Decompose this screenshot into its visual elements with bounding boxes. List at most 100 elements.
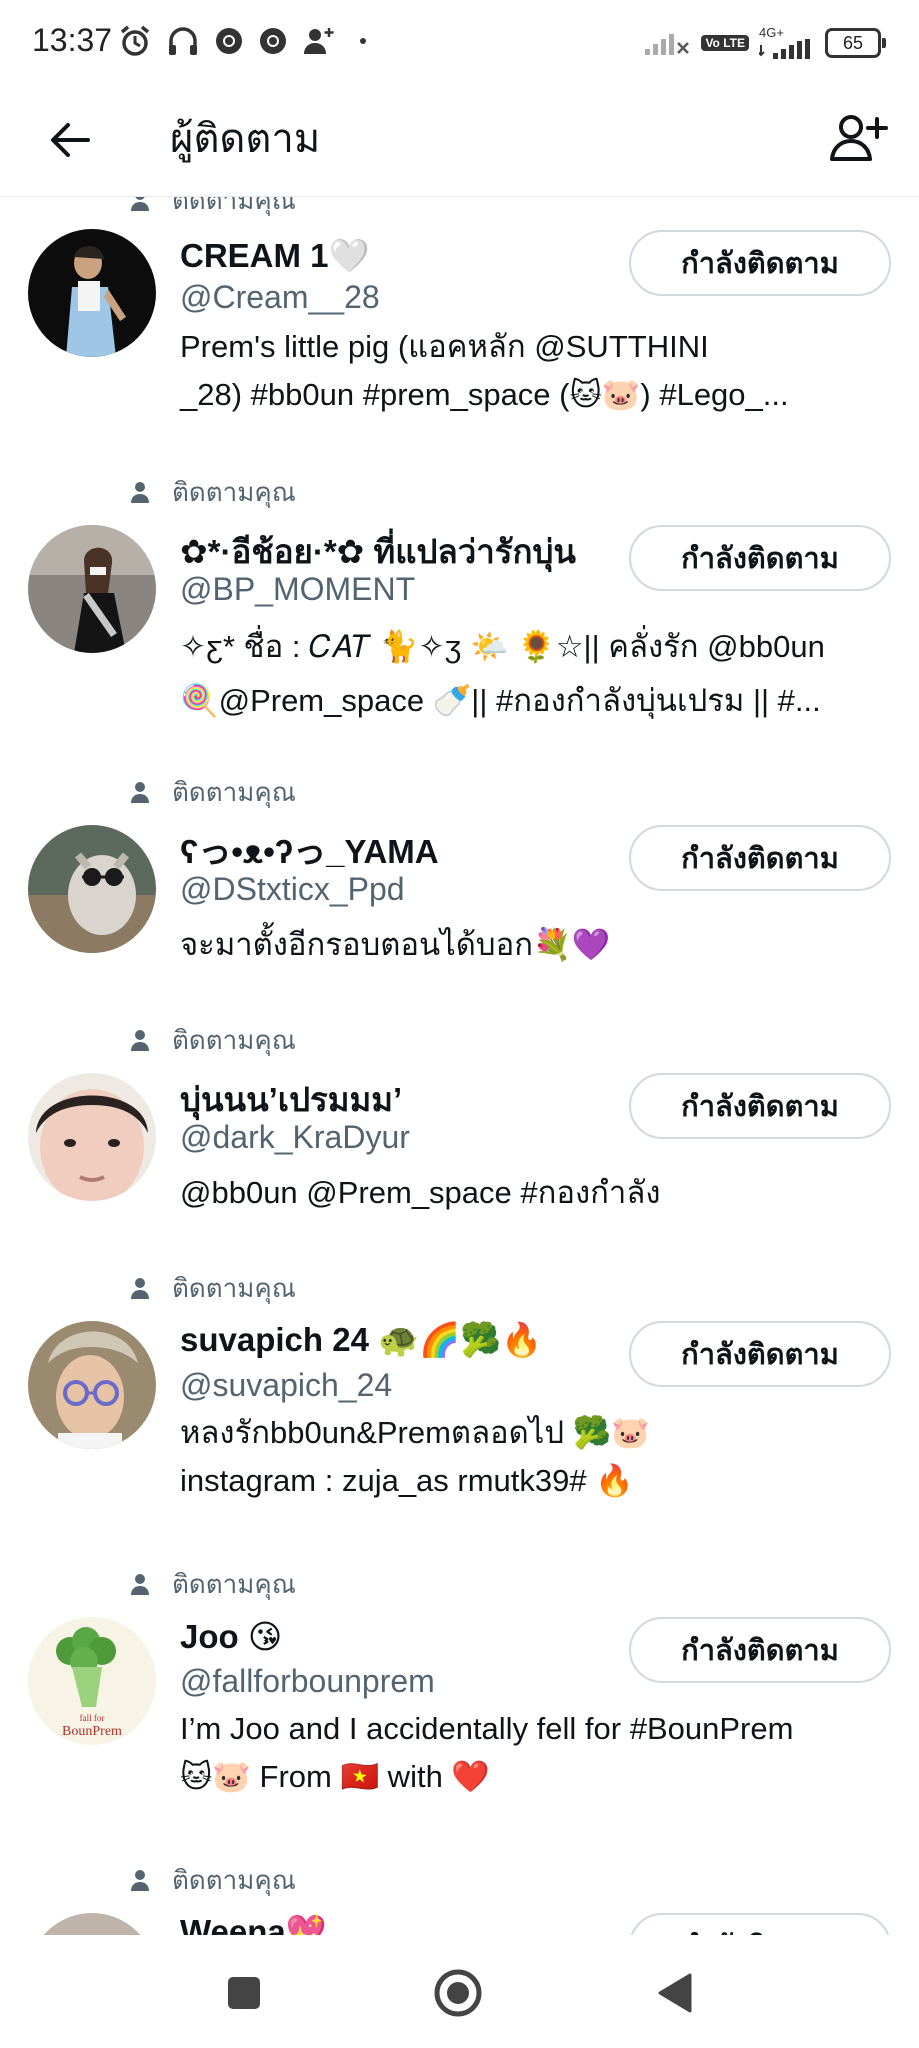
following-button[interactable]: กำลังติดตาม xyxy=(629,230,891,296)
status-notification-icons xyxy=(118,24,366,58)
display-name: Weena💖 xyxy=(180,1913,327,1935)
status-bar: 13:37 Vo LTE 4G+ 65 xyxy=(0,0,919,84)
square-icon xyxy=(228,1977,260,2009)
back-button[interactable] xyxy=(40,110,100,170)
signal-icon xyxy=(759,39,810,59)
followers-list[interactable]: ติดตามคุณ CREAM 1🤍 @Cream__28 Prem's lit… xyxy=(0,197,919,1935)
following-button[interactable]: กำลังติดตาม xyxy=(629,825,891,891)
avatar[interactable] xyxy=(28,1321,156,1449)
header: ผู้ติดตาม xyxy=(0,84,919,197)
add-user-icon xyxy=(830,115,888,161)
bio: ✧ƹ* ชื่อ : 𝐶𝐴𝑇 🐈✧ʒ 🌤️ 🌻☆|| คลั่งรัก @bb0… xyxy=(180,620,890,728)
status-right: Vo LTE 4G+ 65 xyxy=(645,26,886,59)
home-button[interactable] xyxy=(433,1968,483,2018)
bio: Prem's little pig (แอคหลัก @SUTTHINI _28… xyxy=(180,323,890,419)
following-button[interactable]: กำลังติดตาม xyxy=(629,1321,891,1387)
avatar[interactable] xyxy=(28,1073,156,1201)
add-user-button[interactable] xyxy=(825,104,893,172)
person-icon xyxy=(131,782,149,803)
person-icon xyxy=(131,1870,149,1891)
list-item[interactable]: ติดตามคุณ ʕっ•ᴥ•ʔっ_YAMA @DStxticx_Ppd จะม… xyxy=(0,777,919,1007)
avatar[interactable] xyxy=(28,1913,156,1935)
bio: @bb0un @Prem_space #กองกำลัง xyxy=(180,1169,890,1217)
follows-you-label: ติดตามคุณ xyxy=(172,197,296,215)
follows-you-label: ติดตามคุณ xyxy=(172,476,296,507)
chrome-icon xyxy=(216,28,242,54)
triangle-back-icon xyxy=(658,1973,692,2013)
follows-you-label: ติดตามคุณ xyxy=(172,776,296,807)
chrome-icon-2 xyxy=(260,28,286,54)
status-time: 13:37 xyxy=(32,22,113,58)
bio-line: I’m Joo and I accidentally fell for #Bou… xyxy=(180,1711,794,1746)
bio: หลงรักbb0un&Premตลอดไป 🥦🐷 instagram : zu… xyxy=(180,1409,890,1505)
handle: @Cream__28 xyxy=(180,279,380,315)
arrow-left-icon xyxy=(51,123,90,157)
person-icon xyxy=(131,197,149,211)
bio-line: 🍭@Prem_space 🍼|| #กองกำลังบุ่นเปรม || #.… xyxy=(180,683,821,718)
bio-line: _28) #bb0un #prem_space (🐱🐷) #Lego_... xyxy=(180,377,789,412)
follows-you-label: ติดตามคุณ xyxy=(172,1864,296,1895)
person-icon xyxy=(131,1574,149,1595)
display-name: Joo 😘 xyxy=(180,1618,283,1655)
back-nav-button[interactable] xyxy=(652,1971,696,2015)
bio-line: ✧ƹ* ชื่อ : 𝐶𝐴𝑇 🐈✧ʒ 🌤️ 🌻☆|| คลั่งรัก @bb0… xyxy=(180,629,825,664)
follows-you-row: ติดตามคุณ xyxy=(130,477,296,507)
person-icon xyxy=(131,1030,149,1051)
avatar[interactable]: fall for BounPrem xyxy=(28,1617,156,1745)
handle: @BP_MOMENT xyxy=(180,571,416,607)
display-name: suvapich 24 🐢🌈🥦🔥 xyxy=(180,1321,543,1358)
system-nav-bar xyxy=(0,1935,919,2048)
handle: @fallforbounprem xyxy=(180,1663,435,1699)
display-name: CREAM 1🤍 xyxy=(180,237,370,274)
bio-line: instagram : zuja_as rmutk39# 🔥 xyxy=(180,1463,634,1498)
list-item[interactable]: ติดตามคุณ CREAM 1🤍 @Cream__28 Prem's lit… xyxy=(0,197,919,467)
battery-indicator: 65 xyxy=(825,27,886,58)
add-person-notification-icon xyxy=(304,28,334,54)
follows-you-row: ติดตามคุณ xyxy=(130,1273,296,1303)
bio-line: หลงรักbb0un&Premตลอดไป 🥦🐷 xyxy=(180,1415,650,1450)
bio-line: Prem's little pig (แอคหลัก @SUTTHINI xyxy=(180,329,709,364)
recents-button[interactable] xyxy=(222,1971,266,2015)
page-title: ผู้ติดตาม xyxy=(170,117,321,161)
list-item[interactable]: ติดตามคุณ suvapich 24 🐢🌈🥦🔥 @suvapich_24 … xyxy=(0,1273,919,1553)
person-icon xyxy=(131,482,149,503)
alarm-icon xyxy=(120,25,150,56)
bio: จะมาตั้งอีกรอบตอนได้บอก💐💜 xyxy=(180,921,890,969)
handle: @DStxticx_Ppd xyxy=(180,871,405,907)
list-item[interactable]: ติดตามคุณ ✿*·อีช้อย·*✿ ที่แปลว่ารักบุ่น … xyxy=(0,477,919,767)
follows-you-row: ติดตามคุณ xyxy=(130,1865,296,1895)
person-icon xyxy=(131,1278,149,1299)
follows-you-label: ติดตามคุณ xyxy=(172,1024,296,1055)
bio-line: @bb0un @Prem_space #กองกำลัง xyxy=(180,1175,661,1210)
following-button[interactable]: กำลังติดตาม xyxy=(629,1617,891,1683)
follows-you-row: ติดตามคุณ xyxy=(130,1569,296,1599)
follows-you-row: ติดตามคุณ xyxy=(130,197,296,215)
bio: I’m Joo and I accidentally fell for #Bou… xyxy=(180,1705,890,1801)
follows-you-label: ติดตามคุณ xyxy=(172,1272,296,1303)
avatar-text-line1: fall for xyxy=(80,1713,105,1723)
follows-you-label: ติดตามคุณ xyxy=(172,1568,296,1599)
follows-you-row: ติดตามคุณ xyxy=(130,1025,296,1055)
volte-badge: Vo LTE xyxy=(701,34,749,51)
handle: @suvapich_24 xyxy=(180,1367,393,1403)
display-name: ʕっ•ᴥ•ʔっ_YAMA xyxy=(180,833,439,870)
follows-you-row: ติดตามคุณ xyxy=(130,777,296,807)
bio-line: 🐱🐷 From 🇻🇳 with ❤️ xyxy=(180,1759,491,1794)
following-button[interactable]: กำลังติดตาม xyxy=(629,1073,891,1139)
mobile-signal: 4G+ xyxy=(759,26,815,59)
wifi-off-signal-icon xyxy=(645,33,690,55)
avatar[interactable] xyxy=(28,525,156,653)
more-notifications-dot xyxy=(360,38,366,44)
following-button[interactable]: กำลังติดตาม xyxy=(629,1913,891,1935)
avatar[interactable] xyxy=(28,825,156,953)
circle-home-icon xyxy=(434,1969,482,2017)
handle: @dark_KraDyur xyxy=(180,1119,410,1155)
list-item[interactable]: ติดตามคุณ Weena💖 กำลังติดตาม xyxy=(0,1865,919,1935)
avatar-text-line2: BounPrem xyxy=(62,1724,122,1739)
avatar[interactable] xyxy=(28,229,156,357)
following-button[interactable]: กำลังติดตาม xyxy=(629,525,891,591)
headphones-icon xyxy=(169,27,197,55)
list-item[interactable]: ติดตามคุณ fall for BounPrem Joo 😘 @fallfo… xyxy=(0,1569,919,1849)
list-item[interactable]: ติดตามคุณ บุ่นนน’เปรมมม’ @dark_KraDyur @… xyxy=(0,1025,919,1255)
network-type: 4G+ xyxy=(759,25,784,40)
